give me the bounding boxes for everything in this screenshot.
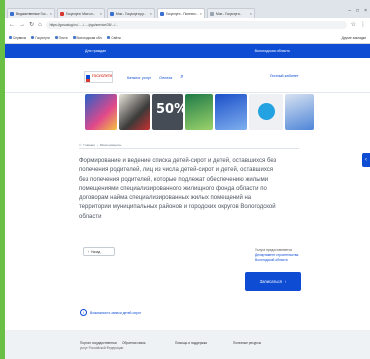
tab-label: Госуслуги: Мои кл...: [66, 11, 96, 16]
tab-label: Госуслуги - Полезно...: [166, 11, 198, 16]
breadcrumb-item[interactable]: Минсоцзащиты: [100, 143, 121, 147]
search-icon[interactable]: ⌕: [180, 74, 183, 81]
nav-payment[interactable]: Оплата: [159, 76, 172, 80]
service-description: Формирование и ведение списка детей-сиро…: [79, 158, 277, 220]
tab-label: Мои - Госуслуги...: [216, 11, 243, 16]
primary-button-label: Записаться: [259, 279, 282, 284]
back-button[interactable]: ‹ Назад: [83, 247, 115, 256]
promo-banners: 50%: [85, 94, 314, 130]
bookmark-icon: [54, 36, 58, 39]
tab-favicon-icon: [210, 11, 214, 16]
bookmark-icon: [9, 36, 12, 39]
window-controls: – □ ×: [348, 8, 367, 14]
breadcrumb-item[interactable]: Главная: [83, 143, 94, 147]
promo-banner[interactable]: [215, 94, 247, 130]
footer-col-portal: Портал государственных услуг Российской …: [80, 341, 124, 350]
chevron-left-icon: ‹: [88, 249, 90, 254]
main-nav: Каталог услуг Оплата ⌕: [127, 74, 184, 81]
bookmark-item[interactable]: Сервисы: [9, 36, 26, 40]
promo-banner[interactable]: [285, 94, 314, 130]
home-icon[interactable]: ⌂: [79, 142, 81, 147]
other-bookmarks[interactable]: Другие закладки: [342, 36, 366, 40]
bookmarks-bar: Сервисы Госуслуги Почта Вологодская обл.…: [5, 32, 370, 44]
audience-switch[interactable]: Для граждан: [85, 49, 106, 53]
close-icon[interactable]: ×: [200, 11, 202, 16]
promo-banner[interactable]: [185, 94, 213, 130]
portal-top-bar: Для граждан Вологодская область: [5, 44, 370, 58]
footer-resources-link[interactable]: Полезные ресурсы: [233, 341, 261, 346]
service-provider-info: Услуга предоставляется Департамент строи…: [255, 248, 307, 263]
browser-chrome: Ведомственные Гос... × Госуслуги: Мои кл.…: [5, 0, 370, 44]
bookmark-item[interactable]: Вологодская обл.: [72, 36, 102, 40]
address-bar[interactable]: https://gosuslugi.ru/...../...../pgu/ser…: [45, 21, 347, 29]
circle-logo-icon: [258, 103, 275, 120]
tab-favicon-icon: [160, 11, 164, 16]
back-arrow-icon[interactable]: ←: [9, 22, 15, 28]
site-header: ГОСУСЛУГИ Каталог услуг Оплата ⌕ Личный …: [5, 58, 370, 93]
promo-banner-discount[interactable]: 50%: [152, 94, 183, 130]
promo-banner[interactable]: [249, 94, 283, 130]
bookmark-item[interactable]: Госуслуги: [31, 36, 50, 40]
gosuslugi-logo[interactable]: ГОСУСЛУГИ: [84, 71, 113, 83]
tab-4-active[interactable]: Госуслуги - Полезно... ×: [157, 8, 205, 18]
star-icon[interactable]: ☆: [351, 22, 356, 28]
site-footer: Портал государственных услуг Российской …: [5, 330, 370, 359]
home-icon[interactable]: ⌂: [38, 22, 42, 28]
tab-3[interactable]: Мои - Госуслуги.ру... ×: [107, 8, 155, 18]
info-link-label: Возможность записи детей-сирот: [90, 310, 142, 315]
breadcrumb: ⌂ Главная › Минсоцзащиты: [79, 141, 299, 149]
footer-feedback-link[interactable]: Обратная связь: [122, 341, 145, 346]
promo-banner[interactable]: [85, 94, 117, 130]
feedback-side-tab[interactable]: ‹: [362, 153, 370, 167]
logo-text: ГОСУСЛУГИ: [91, 74, 112, 79]
tab-label: Ведомственные Гос...: [16, 11, 48, 16]
info-icon: i: [80, 309, 87, 316]
maximize-icon[interactable]: □: [356, 8, 359, 14]
reload-icon[interactable]: ↻: [29, 22, 34, 28]
chevron-right-icon: ›: [284, 279, 287, 284]
browser-tabs: Ведомственные Гос... × Госуслуги: Мои кл.…: [7, 8, 255, 18]
promo-banner[interactable]: [119, 94, 150, 130]
close-icon[interactable]: ×: [50, 11, 52, 16]
provider-link[interactable]: Департамент строительства Вологодской об…: [255, 253, 307, 263]
close-window-icon[interactable]: ×: [364, 8, 367, 14]
discount-text: 50%: [156, 102, 183, 117]
close-icon[interactable]: ×: [250, 11, 252, 16]
browser-toolbar: ← → ↻ ⌂ https://gosuslugi.ru/...../.....…: [5, 18, 370, 32]
tab-1[interactable]: Ведомственные Гос... ×: [7, 8, 55, 18]
footer-help-link[interactable]: Помощь и поддержка: [175, 341, 207, 346]
info-link[interactable]: i Возможность записи детей-сирот: [80, 309, 141, 316]
tab-favicon-icon: [110, 11, 114, 16]
chevron-left-icon: ‹: [365, 157, 367, 163]
menu-icon[interactable]: ⋮: [360, 22, 366, 28]
bookmark-item[interactable]: Сайты: [107, 36, 121, 40]
minimize-icon[interactable]: –: [348, 8, 351, 14]
tab-label: Мои - Госуслуги.ру...: [116, 11, 147, 16]
breadcrumb-separator: ›: [96, 142, 98, 147]
region-selector[interactable]: Вологодская область: [255, 49, 290, 53]
personal-cabinet-link[interactable]: Личный кабинет: [270, 74, 299, 78]
bookmark-item[interactable]: Почта: [54, 36, 68, 40]
get-service-button[interactable]: Записаться ›: [245, 272, 301, 291]
nav-catalog[interactable]: Каталог услуг: [127, 76, 151, 80]
tab-favicon-icon: [60, 11, 64, 16]
close-icon[interactable]: ×: [100, 11, 102, 16]
bookmark-icon: [31, 36, 35, 39]
forward-arrow-icon[interactable]: →: [19, 22, 25, 28]
tab-5[interactable]: Мои - Госуслуги... ×: [207, 8, 255, 18]
bookmark-icon: [107, 36, 111, 39]
tab-2[interactable]: Госуслуги: Мои кл... ×: [57, 8, 105, 18]
tab-favicon-icon: [10, 11, 14, 16]
back-label: Назад: [91, 249, 101, 254]
close-icon[interactable]: ×: [150, 11, 152, 16]
bookmark-icon: [72, 36, 76, 39]
